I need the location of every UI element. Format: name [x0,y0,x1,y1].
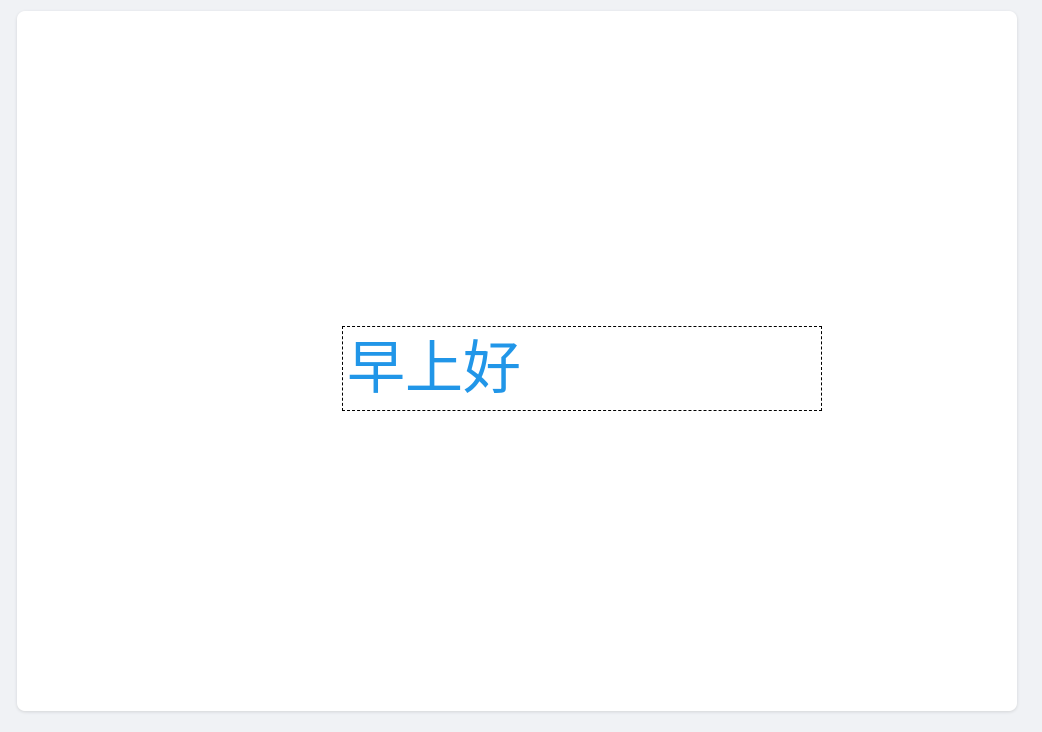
editable-text-box[interactable]: 早上好 [342,326,822,411]
canvas-card: 早上好 [17,11,1017,711]
text-box-content[interactable]: 早上好 [347,335,521,401]
